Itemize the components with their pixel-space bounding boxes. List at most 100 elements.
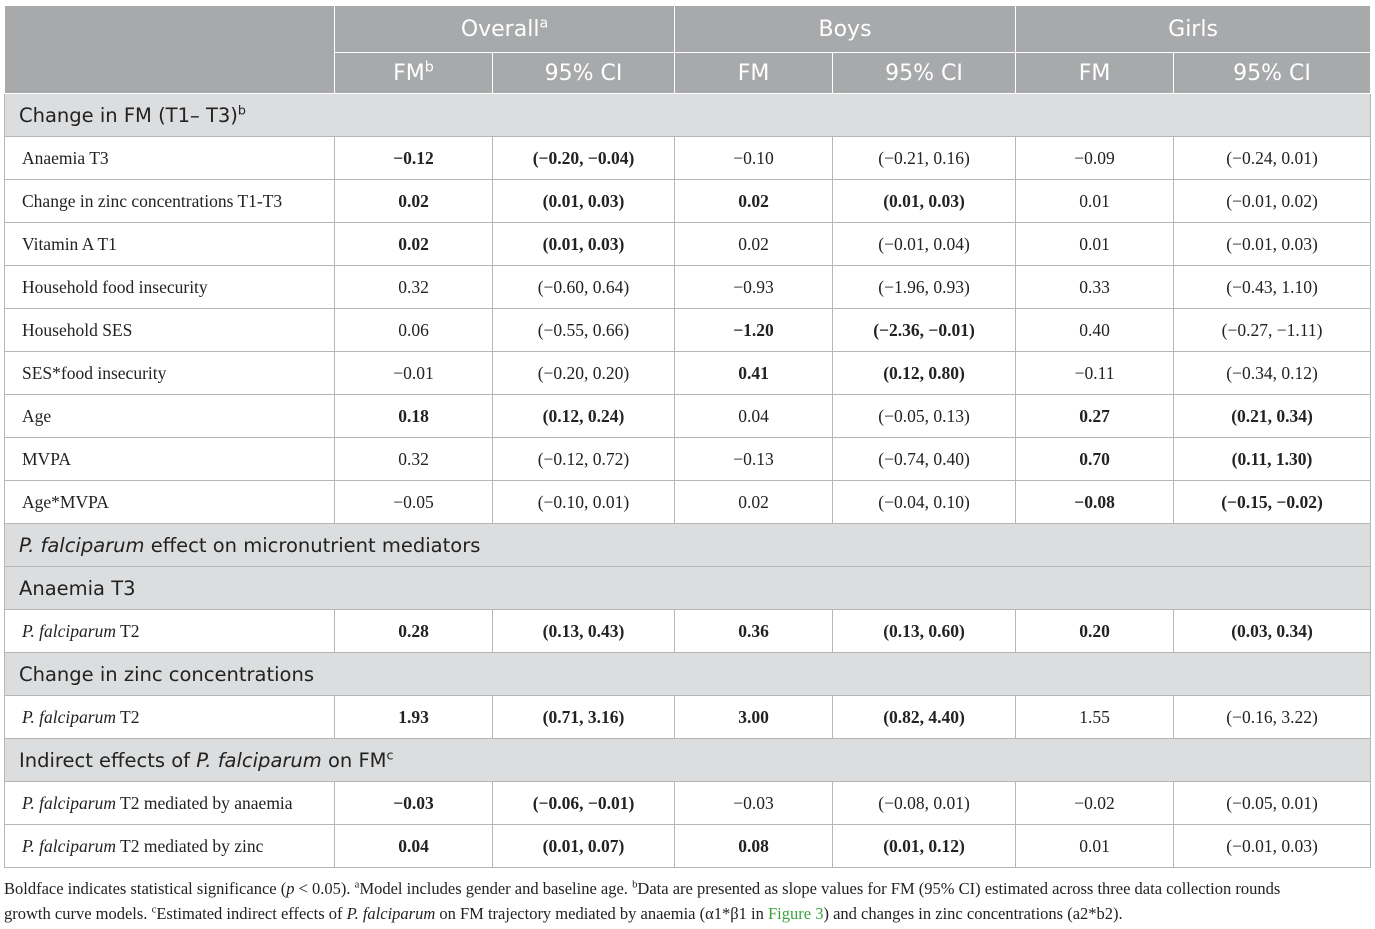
cell-ci-overall: (0.01, 0.03) bbox=[491, 222, 676, 266]
cell-fm-overall: 0.32 bbox=[334, 265, 493, 309]
cell-ci-girls: (−0.27, −1.11) bbox=[1173, 308, 1372, 352]
cell-ci-girls: (0.03, 0.34) bbox=[1173, 609, 1372, 653]
footnote-text: < 0.05). bbox=[294, 879, 355, 898]
row-label: P. falciparum T2 mediated by anaemia bbox=[4, 781, 335, 825]
cell-fm-boys: 0.41 bbox=[674, 351, 834, 395]
footnote-text: Boldface indicates statistical significa… bbox=[4, 879, 287, 898]
header-overall-sup: a bbox=[539, 15, 549, 32]
cell-fm-overall: 0.32 bbox=[334, 437, 493, 481]
cell-fm-boys: −0.13 bbox=[674, 437, 834, 481]
row-label-italic: P. falciparum bbox=[22, 706, 116, 727]
cell-ci-girls: (−0.01, 0.03) bbox=[1173, 222, 1372, 266]
table-row: P. falciparum T2 0.28 (0.13, 0.43) 0.36 (0.1… bbox=[4, 609, 1372, 653]
cell-fm-girls: −0.09 bbox=[1015, 136, 1175, 180]
section-indirect-effects: Indirect effects of P. falciparum on FMc bbox=[3, 738, 1372, 782]
cell-fm-girls: 0.01 bbox=[1015, 179, 1175, 223]
row-label: Age*MVPA bbox=[4, 480, 335, 524]
cell-fm-girls: 0.70 bbox=[1015, 437, 1175, 481]
section-title-italic: P. falciparum bbox=[196, 748, 322, 772]
cell-fm-overall: −0.03 bbox=[334, 781, 493, 825]
cell-ci-boys: (−0.05, 0.13) bbox=[832, 394, 1017, 438]
cell-ci-boys: (0.12, 0.80) bbox=[832, 351, 1017, 395]
cell-ci-boys: (0.82, 4.40) bbox=[832, 695, 1017, 739]
cell-fm-boys: −0.03 bbox=[674, 781, 834, 825]
footnote-line-1: Boldface indicates statistical significa… bbox=[4, 876, 1370, 901]
row-label: Anaemia T3 bbox=[4, 136, 335, 180]
cell-fm-overall: 0.02 bbox=[334, 222, 493, 266]
section-title-italic: P. falciparum bbox=[19, 533, 145, 557]
cell-ci-girls: (−0.15, −0.02) bbox=[1173, 480, 1372, 524]
cell-ci-overall: (−0.20, 0.20) bbox=[491, 351, 676, 395]
header-sub-fm-overall: FMb bbox=[334, 52, 493, 94]
cell-fm-boys: 0.36 bbox=[674, 609, 834, 653]
row-label: Household food insecurity bbox=[4, 265, 335, 309]
cell-ci-overall: (−0.10, 0.01) bbox=[491, 480, 676, 524]
cell-fm-overall: −0.05 bbox=[334, 480, 493, 524]
header-fm-sup: b bbox=[424, 59, 434, 76]
row-label: Vitamin A T1 bbox=[4, 222, 335, 266]
cell-fm-girls: −0.11 bbox=[1015, 351, 1175, 395]
row-label-text: T2 mediated by zinc bbox=[116, 835, 264, 856]
row-label-italic: P. falciparum bbox=[22, 620, 116, 641]
section-title-text: Change in FM (T1– T3) bbox=[19, 103, 238, 127]
row-label-italic: P. falciparum bbox=[22, 792, 116, 813]
cell-fm-girls: 0.01 bbox=[1015, 222, 1175, 266]
cell-ci-boys: (−0.04, 0.10) bbox=[832, 480, 1017, 524]
results-table: Overalla Boys Girls FMb 95% CI FM 95% CI… bbox=[3, 5, 1372, 868]
cell-ci-boys: (0.13, 0.60) bbox=[832, 609, 1017, 653]
header-overall-label: Overall bbox=[460, 16, 540, 42]
cell-fm-girls: 0.33 bbox=[1015, 265, 1175, 309]
row-label: P. falciparum T2 bbox=[4, 609, 335, 653]
cell-ci-boys: (−0.21, 0.16) bbox=[832, 136, 1017, 180]
cell-fm-overall: 0.28 bbox=[334, 609, 493, 653]
section-change-in-fm: Change in FM (T1– T3)b bbox=[3, 93, 1372, 137]
cell-fm-overall: 0.02 bbox=[334, 179, 493, 223]
cell-fm-boys: 0.04 bbox=[674, 394, 834, 438]
footnote-text: growth curve models. bbox=[4, 904, 152, 923]
cell-fm-girls: 0.20 bbox=[1015, 609, 1175, 653]
section-title-text: Indirect effects of bbox=[19, 748, 197, 772]
table-row: Change in zinc concentrations T1-T3 0.02(… bbox=[4, 179, 1372, 223]
cell-ci-overall: (0.12, 0.24) bbox=[491, 394, 676, 438]
cell-fm-boys: −1.20 bbox=[674, 308, 834, 352]
figure-3-link[interactable]: Figure 3 bbox=[768, 904, 823, 923]
cell-ci-overall: (−0.20, −0.04) bbox=[491, 136, 676, 180]
table-row: Age 0.18 (0.12, 0.24) 0.04 (−0.05, 0.13) 0.27… bbox=[4, 394, 1372, 438]
cell-ci-girls: (−0.24, 0.01) bbox=[1173, 136, 1372, 180]
cell-fm-girls: −0.02 bbox=[1015, 781, 1175, 825]
footnote-text: Model includes gender and baseline age. bbox=[359, 879, 633, 898]
row-label: Age bbox=[4, 394, 335, 438]
header-group-boys: Boys bbox=[674, 5, 1017, 53]
cell-fm-boys: −0.10 bbox=[674, 136, 834, 180]
cell-fm-overall: 0.06 bbox=[334, 308, 493, 352]
cell-ci-overall: (0.01, 0.03) bbox=[491, 179, 676, 223]
cell-fm-overall: 1.93 bbox=[334, 695, 493, 739]
cell-fm-overall: 0.04 bbox=[334, 824, 493, 868]
cell-ci-girls: (0.21, 0.34) bbox=[1173, 394, 1372, 438]
section-title: P. falciparum effect on micronutrient me… bbox=[3, 523, 1372, 567]
footnote-text: Data are presented as slope values for F… bbox=[637, 879, 1281, 898]
header-sub-fm-boys: FM bbox=[674, 52, 834, 94]
section-pf-effect: P. falciparum effect on micronutrient me… bbox=[3, 523, 1372, 567]
table-row: P. falciparum T2 mediated by anaemia −0.0… bbox=[4, 781, 1372, 825]
table-row: SES*food insecurity −0.01 (−0.20, 0.20) 0.4… bbox=[4, 351, 1372, 395]
cell-fm-boys: 0.08 bbox=[674, 824, 834, 868]
row-label: MVPA bbox=[4, 437, 335, 481]
row-label-italic: P. falciparum bbox=[22, 835, 116, 856]
cell-ci-girls: (−0.34, 0.12) bbox=[1173, 351, 1372, 395]
cell-ci-boys: (−2.36, −0.01) bbox=[832, 308, 1017, 352]
cell-fm-overall: 0.18 bbox=[334, 394, 493, 438]
cell-ci-overall: (0.01, 0.07) bbox=[491, 824, 676, 868]
cell-fm-overall: −0.01 bbox=[334, 351, 493, 395]
section-title-text: effect on micronutrient mediators bbox=[144, 533, 481, 557]
footnote-text: on FM trajectory mediated by anaemia (α1… bbox=[435, 904, 768, 923]
cell-ci-girls: (−0.05, 0.01) bbox=[1173, 781, 1372, 825]
section-change-zinc: Change in zinc concentrations bbox=[3, 652, 1372, 696]
header-sub-ci-overall: 95% CI bbox=[491, 52, 676, 94]
table-footnote: Boldface indicates statistical significa… bbox=[4, 876, 1370, 926]
table-row: Vitamin A T1 0.02 (0.01, 0.03) 0.02 (−0.01, … bbox=[4, 222, 1372, 266]
row-label-text: T2 bbox=[116, 620, 140, 641]
cell-ci-boys: (−0.01, 0.04) bbox=[832, 222, 1017, 266]
footnote-text: Estimated indirect effects of bbox=[156, 904, 347, 923]
table-row: Household SES 0.06 (−0.55, 0.66) −1.20 (−2.3… bbox=[4, 308, 1372, 352]
